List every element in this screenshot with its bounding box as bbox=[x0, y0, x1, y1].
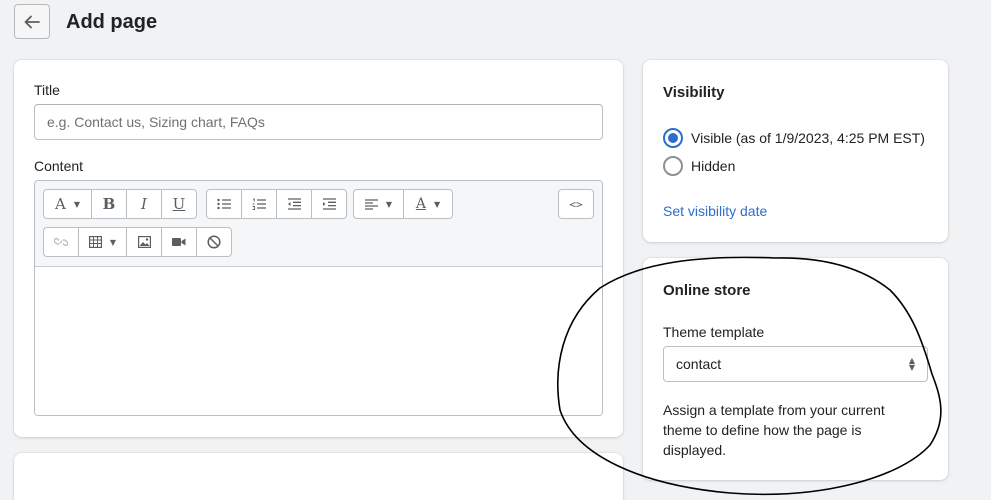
link-icon bbox=[54, 237, 68, 247]
align-dropdown[interactable]: ▼ bbox=[354, 190, 404, 218]
indent-button[interactable] bbox=[312, 190, 346, 218]
theme-template-select[interactable]: contact ▲ ▼ bbox=[663, 346, 928, 382]
theme-template-value: contact bbox=[676, 356, 722, 372]
visible-option-label: Visible (as of 1/9/2023, 4:25 PM EST) bbox=[691, 130, 925, 146]
rich-text-editor[interactable]: A ▼ B I U ▼ A ▼ <> ▼ bbox=[34, 180, 603, 416]
show-html-button[interactable]: <> bbox=[559, 190, 593, 218]
page-content-card: Title Content A▼ B I U bbox=[14, 60, 623, 437]
outdent-button[interactable] bbox=[277, 190, 312, 218]
text-color-glyph: A bbox=[415, 196, 426, 212]
html-group: <> bbox=[558, 189, 594, 219]
hidden-option[interactable]: Hidden bbox=[663, 156, 735, 176]
clear-formatting-button[interactable] bbox=[197, 228, 231, 256]
radio-checked[interactable] bbox=[663, 128, 683, 148]
online-store-title: Online store bbox=[663, 282, 751, 299]
list-indent-group bbox=[206, 189, 347, 219]
table-icon bbox=[88, 236, 102, 248]
outdent-icon bbox=[288, 198, 301, 210]
title-label: Title bbox=[34, 82, 60, 98]
seo-card bbox=[14, 453, 623, 500]
insert-image-button[interactable] bbox=[127, 228, 162, 256]
insert-video-button[interactable] bbox=[162, 228, 197, 256]
font-format-dropdown[interactable]: A ▼ bbox=[44, 190, 92, 218]
online-store-card: Online store Theme template contact ▲ ▼ A… bbox=[643, 258, 948, 480]
insert-group: ▼ bbox=[43, 227, 232, 257]
clear-format-icon bbox=[207, 235, 221, 249]
title-input[interactable] bbox=[34, 104, 603, 140]
bulleted-list-button[interactable] bbox=[207, 190, 242, 218]
select-arrows-icon: ▲ ▼ bbox=[908, 356, 915, 372]
visible-option[interactable]: Visible (as of 1/9/2023, 4:25 PM EST) bbox=[663, 128, 925, 148]
image-icon bbox=[137, 236, 151, 248]
visibility-title: Visibility bbox=[663, 84, 725, 101]
caret-down-icon: ▼ bbox=[109, 237, 117, 247]
theme-template-help-text: Assign a template from your current them… bbox=[663, 402, 885, 458]
content-label: Content bbox=[34, 158, 84, 174]
video-icon bbox=[172, 238, 186, 246]
text-style-group: A ▼ B I U bbox=[43, 189, 197, 219]
back-button[interactable] bbox=[14, 4, 50, 39]
caret-down-icon: ▼ bbox=[73, 199, 80, 209]
caret-down-icon: ▼ bbox=[385, 199, 393, 209]
numbered-list-button[interactable] bbox=[242, 190, 277, 218]
hidden-option-label: Hidden bbox=[691, 158, 736, 174]
text-color-dropdown[interactable]: A ▼ bbox=[404, 190, 452, 218]
visibility-card: Visibility Visible (as of 1/9/2023, 4:25… bbox=[643, 60, 948, 242]
numbered-list-icon bbox=[252, 198, 266, 210]
align-left-icon bbox=[364, 198, 378, 210]
insert-table-dropdown[interactable]: ▼ bbox=[79, 228, 127, 256]
indent-icon bbox=[323, 198, 336, 210]
editor-toolbar: A ▼ B I U ▼ A ▼ <> ▼ bbox=[35, 181, 602, 267]
theme-template-label: Theme template bbox=[663, 324, 765, 340]
italic-button[interactable]: I bbox=[127, 190, 162, 218]
bold-button[interactable]: B bbox=[92, 190, 127, 218]
bulleted-list-icon bbox=[217, 198, 231, 210]
underline-button[interactable]: U bbox=[162, 190, 196, 218]
align-color-group: ▼ A ▼ bbox=[353, 189, 453, 219]
editor-content-area[interactable] bbox=[35, 267, 602, 415]
radio-unchecked[interactable] bbox=[663, 156, 683, 176]
set-visibility-date-link[interactable]: Set visibility date bbox=[663, 203, 767, 219]
arrow-left-icon bbox=[24, 15, 40, 28]
page-title: Add page bbox=[66, 11, 158, 33]
insert-link-button[interactable] bbox=[44, 228, 79, 256]
font-format-glyph: A bbox=[55, 195, 66, 213]
caret-down-icon: ▼ bbox=[433, 199, 441, 209]
